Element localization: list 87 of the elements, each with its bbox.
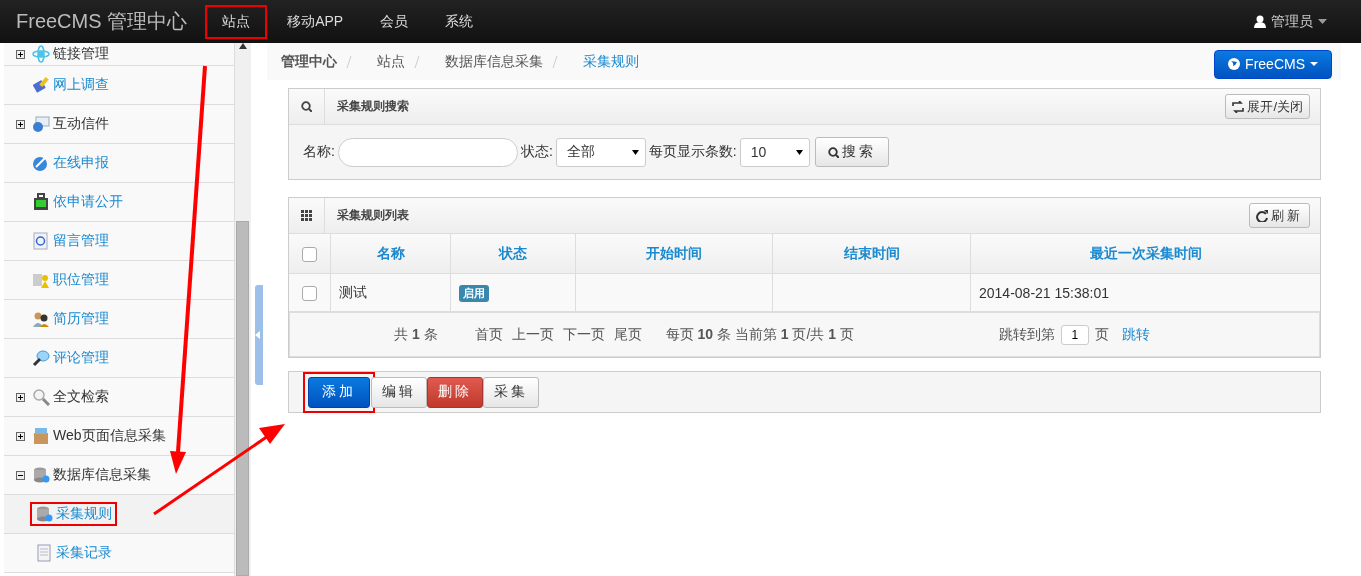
refresh-button[interactable]: 刷新 (1249, 203, 1310, 228)
sidebar-item[interactable]: 网上调查 (53, 76, 109, 94)
action-button[interactable]: 编辑 (371, 376, 427, 408)
toggle-button[interactable]: 展开/关闭 (1225, 94, 1310, 119)
document-icon (35, 544, 53, 562)
database-icon (35, 505, 53, 523)
box-icon (32, 427, 50, 445)
table-cell: 2014-08-21 15:38:01 (970, 273, 1320, 312)
refresh-icon (1256, 209, 1268, 222)
table-cell: 测试 (330, 273, 451, 312)
pager-link[interactable]: 上一页 (511, 325, 554, 344)
brand-title[interactable]: FreeCMS 管理中心 (0, 8, 206, 35)
sidebar-item[interactable]: 留言管理 (53, 232, 109, 250)
jump-label: 跳转到第 (998, 325, 1055, 344)
nav-item[interactable]: 系统 (428, 4, 491, 39)
expand-icon[interactable] (16, 392, 25, 402)
select-field[interactable]: 10 (739, 137, 810, 167)
pencil-icon (32, 76, 50, 94)
triangle-icon (255, 331, 260, 339)
jump-unit: 页 (1094, 325, 1109, 344)
magnifier-icon (32, 349, 50, 367)
repeat-icon (1232, 100, 1245, 113)
briefcase-icon (32, 193, 50, 211)
atom-icon (32, 45, 50, 63)
nav-item[interactable]: 会员 (363, 4, 426, 39)
database-icon (32, 466, 50, 484)
select-field[interactable]: 全部 (555, 137, 646, 167)
search-icon (301, 101, 312, 112)
total-count: 共 1 条 (394, 325, 438, 344)
panel-title: 采集规则列表 (337, 207, 409, 224)
breadcrumb-separator-icon (552, 55, 558, 68)
sidebar-item[interactable]: 互动信件 (53, 115, 109, 133)
breadcrumb-item[interactable]: 数据库信息采集 (445, 52, 543, 71)
caret-icon (795, 149, 803, 155)
sidebar-item[interactable]: 职位管理 (53, 271, 109, 289)
globe-icon (1228, 58, 1241, 70)
sidebar-item[interactable]: 全文检索 (53, 388, 109, 406)
panel-title: 采集规则搜索 (337, 98, 409, 115)
caret-icon (1318, 19, 1327, 24)
sidebar-item[interactable]: 链接管理 (53, 45, 109, 63)
collapse-handle[interactable] (255, 285, 263, 385)
expand-icon[interactable] (16, 119, 25, 129)
collapse-icon[interactable] (16, 470, 25, 480)
checkbox[interactable] (302, 285, 317, 301)
people-icon (32, 310, 50, 328)
nav-item[interactable]: 站点 (205, 4, 268, 39)
expand-icon[interactable] (16, 49, 25, 59)
action-button[interactable]: 删除 (427, 376, 483, 408)
breadcrumb-item[interactable]: 管理中心 (281, 52, 337, 71)
sidebar-item[interactable]: 数据库信息采集 (53, 466, 151, 484)
sidebar-item[interactable]: 采集规则 (56, 505, 112, 523)
magnifier-icon (32, 388, 50, 406)
pager-link[interactable]: 下一页 (562, 325, 605, 344)
field-label: 每页显示条数: (648, 143, 737, 161)
name-field[interactable] (337, 137, 518, 167)
sidebar-item[interactable]: 简历管理 (53, 310, 109, 328)
field-label: 状态: (520, 143, 553, 161)
pager-link[interactable]: 尾页 (613, 325, 642, 344)
grid-icon (301, 210, 312, 221)
caret-icon (631, 149, 639, 155)
caret-icon (1310, 62, 1318, 66)
breadcrumb-item[interactable]: 站点 (377, 52, 405, 71)
status-badge: 启用 (459, 284, 489, 302)
breadcrumb-separator-icon (346, 55, 352, 68)
nav-item[interactable]: 移动APP (270, 4, 361, 39)
action-button[interactable]: 采集 (483, 376, 539, 408)
sidebar-item[interactable]: 采集记录 (56, 544, 112, 562)
field-label: 名称: (303, 143, 335, 161)
page-field[interactable]: 1 (1060, 324, 1089, 345)
phone-person-icon (32, 271, 50, 289)
scrollbar-thumb[interactable] (236, 221, 249, 576)
action-button[interactable]: 添加 (308, 376, 370, 408)
user-icon (1254, 15, 1266, 28)
site-menu-button[interactable]: FreeCMS (1214, 49, 1332, 79)
breadcrumb-separator-icon (414, 55, 420, 68)
page-info: 每页 10 条 当前第 1 页/共 1 页 (665, 325, 854, 344)
pager-link[interactable]: 首页 (474, 325, 503, 344)
user-menu[interactable]: 管理员 (1254, 12, 1327, 31)
breadcrumb-item: 采集规则 (583, 52, 639, 71)
search-icon (827, 146, 839, 158)
sidebar-item[interactable]: 依申请公开 (53, 193, 123, 211)
expand-icon[interactable] (16, 431, 25, 441)
search-button[interactable]: 搜索 (814, 137, 889, 167)
sidebar-item[interactable]: 评论管理 (53, 349, 109, 367)
jump-link[interactable]: 跳转 (1121, 325, 1150, 344)
checkbox[interactable] (302, 246, 317, 262)
sidebar-item[interactable]: 在线申报 (53, 154, 109, 172)
